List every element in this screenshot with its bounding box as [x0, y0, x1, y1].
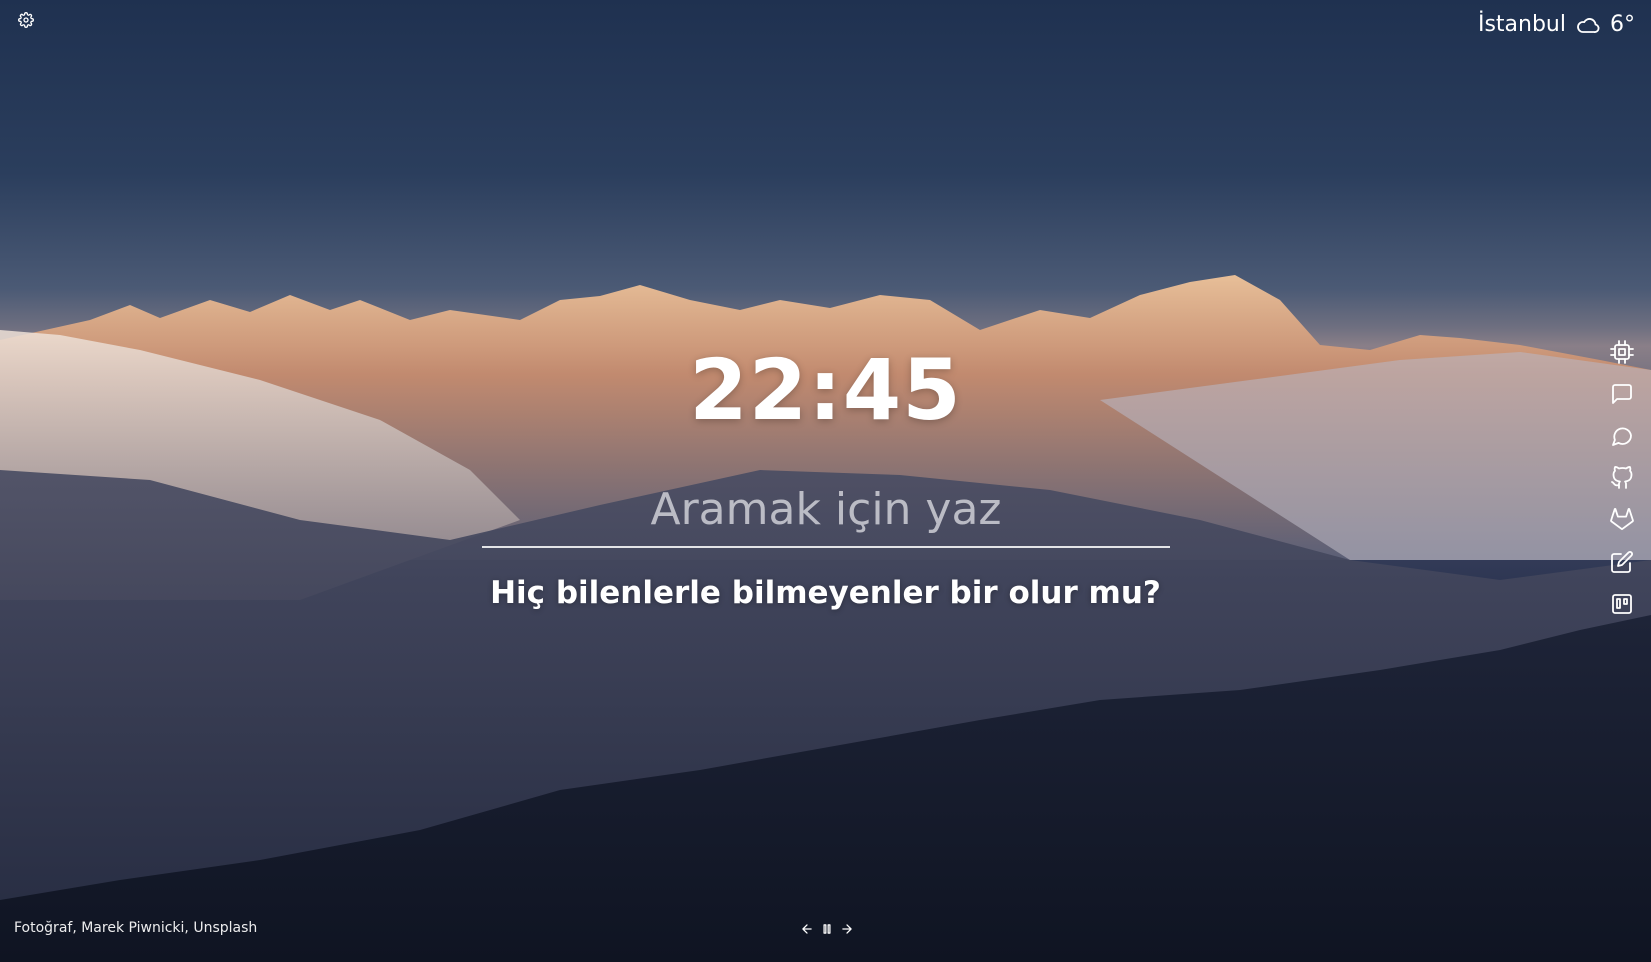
search-input[interactable] [482, 472, 1170, 548]
weather-widget[interactable]: İstanbul 6° [1478, 12, 1635, 37]
github-icon[interactable] [1610, 466, 1634, 490]
daily-quote: Hiç bilenlerle bilmeyenler bir olur mu? [490, 575, 1161, 611]
pause-icon[interactable] [820, 922, 834, 936]
cloud-icon [1577, 17, 1600, 33]
shortcut-sidebar [1610, 340, 1634, 616]
settings-gear-icon[interactable] [18, 12, 34, 28]
background-controls [800, 922, 854, 936]
search-bar [482, 472, 1170, 552]
trello-icon[interactable] [1610, 592, 1634, 616]
photo-credit[interactable]: Fotoğraf, Marek Piwnicki, Unsplash [14, 920, 257, 936]
chip-icon[interactable] [1610, 340, 1634, 364]
weather-city: İstanbul [1477, 12, 1566, 37]
message-circle-icon[interactable] [1610, 424, 1634, 448]
gitlab-icon[interactable] [1610, 508, 1634, 532]
arrow-right-icon[interactable] [840, 922, 854, 936]
clock-time: 22:45 [689, 341, 962, 439]
new-tab-page: İstanbul 6° 22:45 Hiç bilenlerle bilmeye… [0, 0, 1651, 962]
arrow-left-icon[interactable] [800, 922, 814, 936]
clock-container: 22:45 [0, 340, 1651, 440]
message-square-icon[interactable] [1610, 382, 1634, 406]
weather-temperature: 6° [1610, 12, 1635, 37]
edit-icon[interactable] [1610, 550, 1634, 574]
